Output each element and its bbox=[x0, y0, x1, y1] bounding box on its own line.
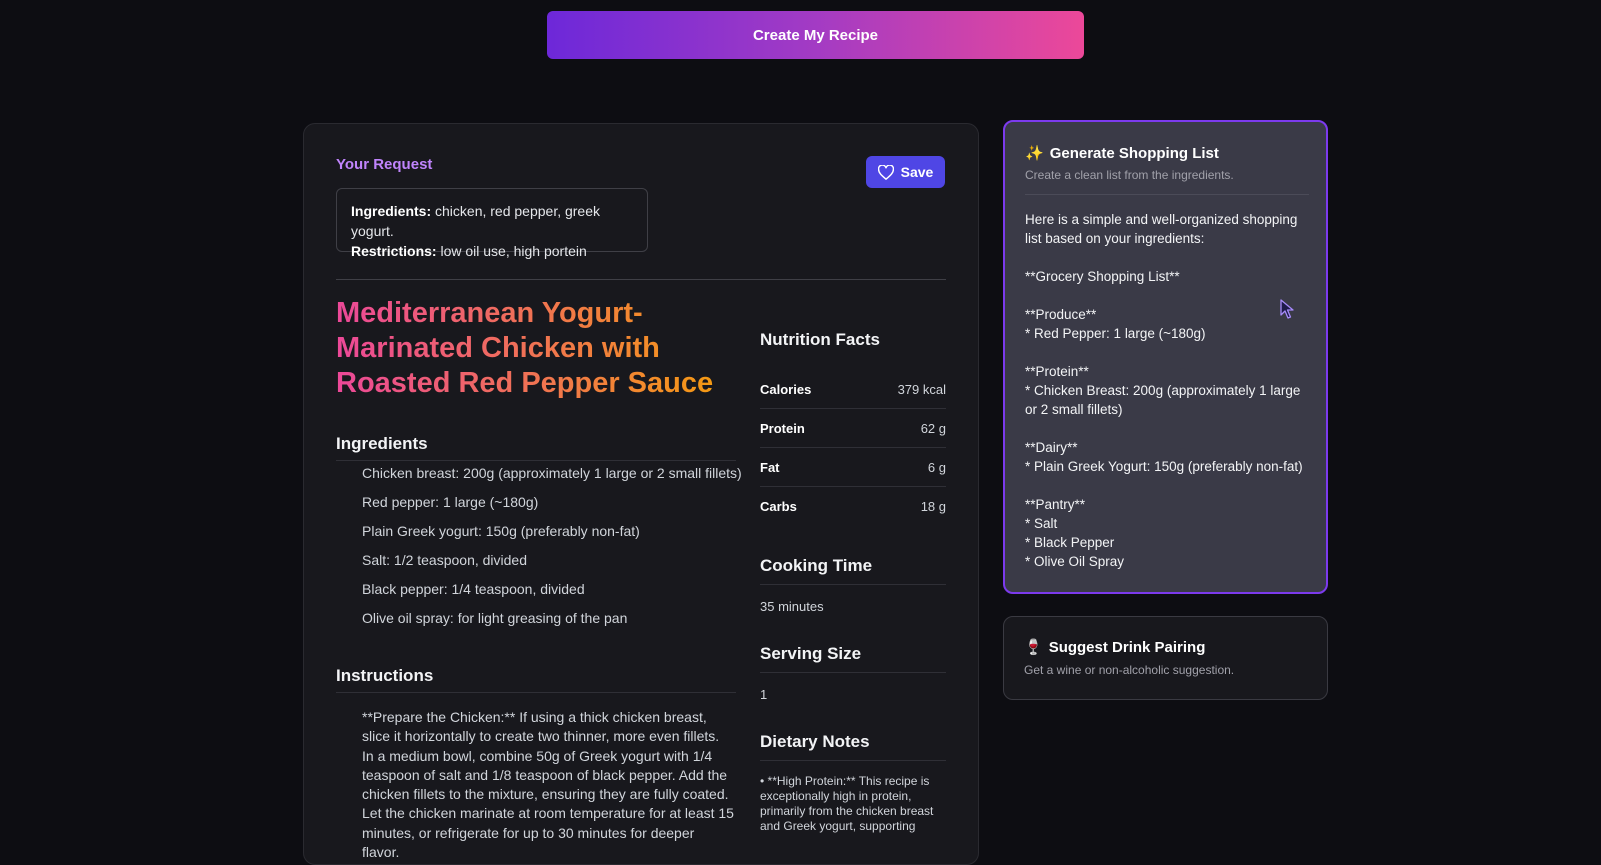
ingredients-heading: Ingredients bbox=[336, 434, 428, 453]
heart-icon bbox=[877, 164, 894, 180]
shopping-list-title: ✨ Generate Shopping List bbox=[1025, 144, 1219, 163]
section-divider bbox=[760, 760, 946, 761]
drink-pairing-title: 🍷 Suggest Drink Pairing bbox=[1024, 638, 1206, 657]
save-button[interactable]: Save bbox=[866, 156, 945, 188]
nutrition-row: Protein 62 g bbox=[760, 409, 946, 448]
drink-pairing-card[interactable]: 🍷 Suggest Drink Pairing Get a wine or no… bbox=[1003, 616, 1328, 700]
drink-pairing-subtitle: Get a wine or non-alcoholic suggestion. bbox=[1024, 663, 1235, 677]
nutrition-value: 379 kcal bbox=[897, 381, 946, 397]
recipe-title: Mediterranean Yogurt-Marinated Chicken w… bbox=[336, 296, 736, 401]
list-item: Red pepper: 1 large (~180g) bbox=[362, 494, 539, 510]
divider bbox=[336, 279, 946, 280]
nutrition-value: 6 g bbox=[927, 459, 946, 475]
nutrition-label: Carbs bbox=[760, 499, 797, 514]
nutrition-label: Calories bbox=[760, 381, 812, 397]
request-box: Ingredients: chicken, red pepper, greek … bbox=[336, 188, 648, 259]
restrictions-key: Restrictions: bbox=[351, 243, 437, 259]
mouse-cursor-icon bbox=[1280, 299, 1294, 319]
nutrition-row: Calories 379 kcal bbox=[760, 370, 946, 409]
recipe-card: Your Request Save Ingredients: chicken, … bbox=[303, 123, 979, 865]
shopping-list-card[interactable]: ✨ Generate Shopping List Create a clean … bbox=[1003, 120, 1328, 594]
section-divider bbox=[336, 692, 736, 693]
section-divider bbox=[760, 672, 946, 673]
serving-size-value: 1 bbox=[760, 687, 768, 702]
cooking-time-value: 35 minutes bbox=[760, 599, 824, 614]
shopping-list-subtitle: Create a clean list from the ingredients… bbox=[1025, 168, 1234, 182]
instructions-heading: Instructions bbox=[336, 666, 434, 685]
request-label: Your Request bbox=[336, 156, 433, 173]
create-recipe-button[interactable]: Create My Recipe bbox=[547, 11, 1084, 59]
nutrition-row: Carbs 18 g bbox=[760, 487, 946, 526]
dietary-notes-heading: Dietary Notes bbox=[760, 732, 870, 751]
restrictions-value: low oil use, high portein bbox=[436, 243, 587, 259]
nutrition-value: 62 g bbox=[920, 420, 946, 436]
instruction-step: **Prepare the Chicken:** If using a thic… bbox=[362, 709, 734, 861]
nutrition-row: Fat 6 g bbox=[760, 448, 946, 487]
section-divider bbox=[1025, 194, 1309, 195]
list-item: Olive oil spray: for light greasing of t… bbox=[362, 610, 628, 626]
save-label: Save bbox=[900, 164, 934, 180]
shopping-list-title-text: Generate Shopping List bbox=[1049, 144, 1219, 162]
list-item: Salt: 1/2 teaspoon, divided bbox=[362, 552, 528, 568]
nutrition-label: Protein bbox=[760, 420, 805, 436]
nutrition-value: 18 g bbox=[920, 499, 946, 514]
wine-glass-icon: 🍷 bbox=[1024, 639, 1043, 656]
drink-pairing-title-text: Suggest Drink Pairing bbox=[1048, 638, 1206, 656]
shopping-list-text: Here is a simple and well-organized shop… bbox=[1025, 212, 1303, 569]
ingredients-key: Ingredients: bbox=[351, 203, 432, 219]
list-item: Black pepper: 1/4 teaspoon, divided bbox=[362, 581, 585, 597]
ingredients-list: Chicken breast: 200g (approximately 1 la… bbox=[362, 464, 742, 638]
cooking-time-heading: Cooking Time bbox=[760, 556, 873, 575]
list-item: Plain Greek yogurt: 150g (preferably non… bbox=[362, 523, 640, 539]
nutrition-label: Fat bbox=[760, 459, 780, 475]
dietary-notes-text: • **High Protein:** This recipe is excep… bbox=[760, 774, 934, 833]
section-divider bbox=[336, 460, 736, 461]
nutrition-heading: Nutrition Facts bbox=[760, 330, 880, 349]
list-item: Chicken breast: 200g (approximately 1 la… bbox=[362, 465, 742, 481]
sparkles-icon: ✨ bbox=[1025, 145, 1044, 162]
section-divider bbox=[760, 584, 946, 585]
serving-size-heading: Serving Size bbox=[760, 644, 862, 663]
